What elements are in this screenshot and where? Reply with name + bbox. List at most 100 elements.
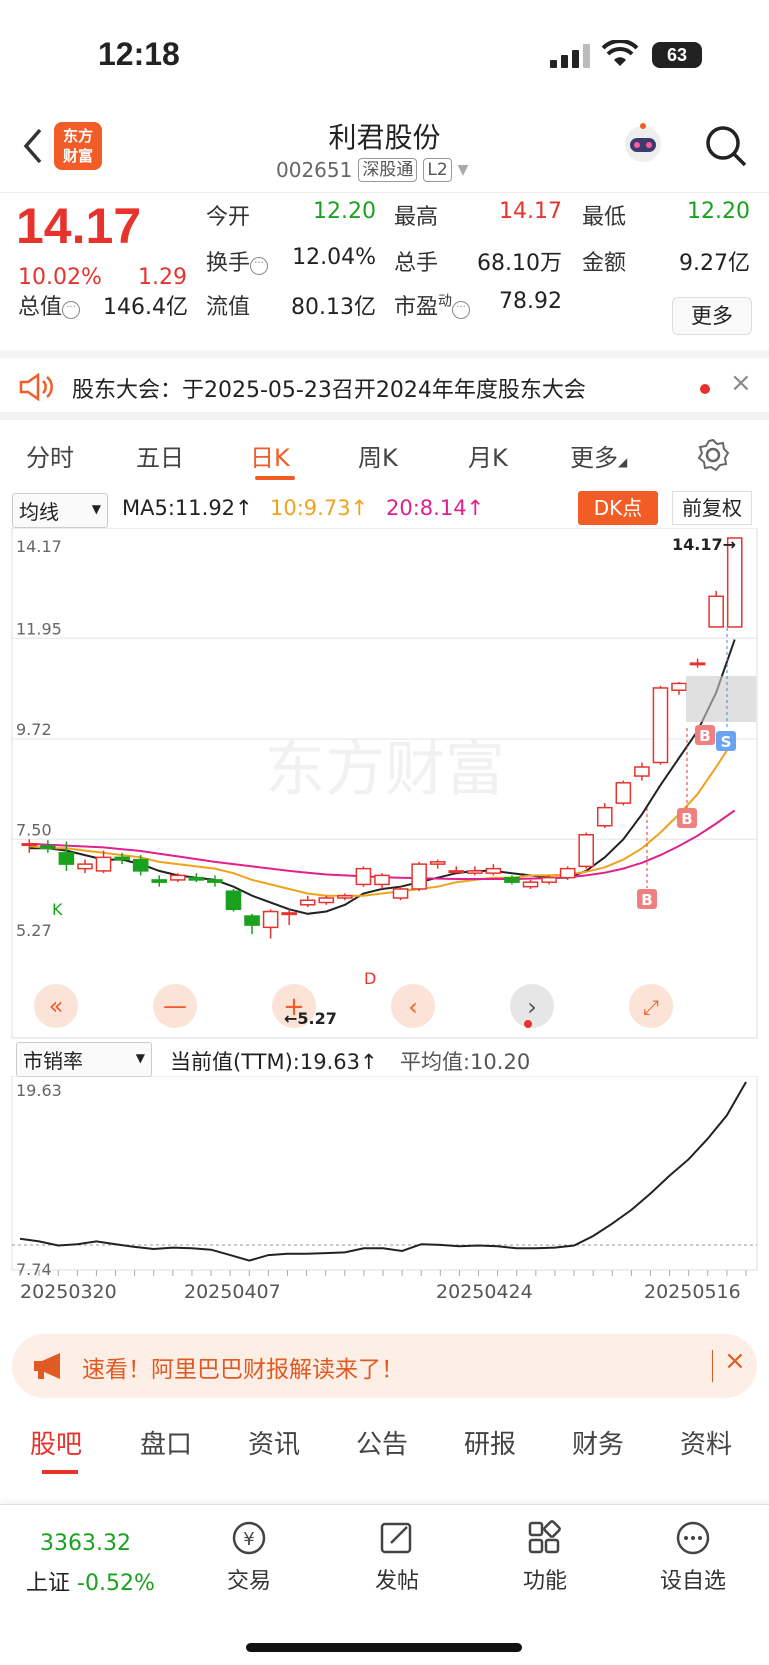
tab-profile[interactable]: 资料 (680, 1424, 732, 1461)
ps-indicator-select[interactable]: 市销率 ▼ (16, 1042, 152, 1077)
more-circle-icon (676, 1521, 710, 1555)
candle-body (318, 897, 335, 904)
turnover-label: 换手 ··· (206, 245, 269, 277)
close-icon[interactable]: × (724, 1346, 746, 1376)
tab-intraday[interactable]: 分时 (26, 438, 74, 473)
indicator-select[interactable]: 均线 ▼ (12, 493, 108, 528)
trade-label: 交易 (226, 1569, 271, 1594)
candle-body (58, 852, 75, 865)
k-marker: K (52, 900, 63, 919)
tab-five-day[interactable]: 五日 (136, 438, 184, 473)
candle-body (132, 858, 149, 872)
tab-weekly-k[interactable]: 周K (358, 438, 398, 473)
banner-text: 速看！阿里巴巴财报解读来了！ (82, 1357, 404, 1383)
candle-body (671, 682, 687, 691)
candle-body (596, 806, 613, 827)
pe-label-text: 市盈 (394, 295, 439, 320)
trade-icon: ¥ (232, 1521, 266, 1555)
candle-body (114, 856, 130, 861)
trade-markers: B B B S K D (52, 628, 756, 988)
trade-button[interactable]: ¥ 交易 (204, 1519, 294, 1595)
candle-body (95, 856, 112, 872)
wifi-icon (602, 40, 638, 66)
tab-research[interactable]: 研报 (464, 1424, 516, 1461)
ma10-label: 10:9.73↑ (270, 496, 369, 520)
index-line[interactable]: 上证 -0.52% (26, 1565, 155, 1597)
candle-body (559, 867, 576, 879)
low-label: 最低 (582, 205, 627, 230)
tab-more[interactable]: 更多◢ (570, 438, 627, 473)
ma20-label: 20:8.14↑ (386, 496, 485, 520)
svg-text:B: B (699, 727, 710, 745)
y-tick-label: 7.50 (16, 820, 52, 839)
adjust-button[interactable]: 前复权 (672, 491, 752, 525)
active-tab-underline (255, 476, 295, 480)
settings-gear-icon[interactable] (696, 438, 730, 472)
candle-body (652, 687, 669, 764)
candle-body (392, 888, 409, 899)
more-button[interactable]: 更多 (672, 297, 752, 335)
tab-pankou[interactable]: 盘口 (140, 1424, 192, 1461)
dropdown-icon: ▼ (91, 502, 101, 516)
candle-body (374, 874, 390, 886)
min-price-label: ←5.27 (284, 1009, 337, 1028)
candle-body (151, 879, 168, 883)
candle-body (708, 595, 724, 628)
mktcap-value: 146.4亿 (103, 295, 188, 320)
x-tick-label: 20250407 (184, 1281, 281, 1303)
svg-text:¥: ¥ (243, 1529, 254, 1550)
market-tag: 深股通 (358, 158, 418, 182)
amount-value: 9.27亿 (679, 251, 750, 276)
stock-code-line[interactable]: 002651 深股通 L2 ▼ (276, 158, 468, 182)
tab-news[interactable]: 资讯 (248, 1424, 300, 1461)
index-name: 上证 (26, 1571, 71, 1596)
more-dots-icon[interactable]: ··· (452, 301, 471, 319)
clock: 12:18 (98, 36, 180, 72)
more-dots-icon[interactable]: ··· (62, 301, 81, 319)
candle-body (355, 867, 372, 886)
buy-marker-icon: B (637, 889, 657, 909)
y-tick-label: 5.27 (16, 921, 52, 940)
tab-finance[interactable]: 财务 (572, 1424, 624, 1461)
more-dots-icon[interactable]: ··· (250, 257, 269, 275)
chart-controls: « — + ‹ › ⤢ (34, 984, 673, 1028)
dropdown-icon: ▼ (135, 1051, 145, 1065)
last-price: 14.17 (16, 198, 142, 254)
index-change: -0.52% (77, 1571, 155, 1596)
tab-daily-k[interactable]: 日K (250, 438, 290, 473)
search-icon[interactable] (704, 124, 748, 168)
dk-point-button[interactable]: DK点 (578, 491, 658, 525)
notice-bar[interactable]: 股东大会：于2025-05-23召开2024年年度股东大会 × (0, 350, 769, 420)
change-amount: 1.29 (138, 265, 187, 290)
candle-body (578, 834, 595, 868)
buy-marker-icon: B (695, 725, 715, 745)
candle-body (169, 874, 186, 881)
candle-body (467, 870, 483, 874)
apps-icon (528, 1520, 561, 1554)
tab-guba[interactable]: 股吧 (30, 1424, 82, 1461)
candle-body (40, 845, 56, 850)
d-marker: D (364, 969, 376, 988)
tab-announcements[interactable]: 公告 (356, 1424, 408, 1461)
function-button[interactable]: 功能 (500, 1519, 590, 1595)
candlestick-chart[interactable]: 东方财富 14.1711.959.727.505.27 B B B S K D … (0, 528, 769, 1040)
candle-body (21, 843, 38, 847)
index-value[interactable]: 3363.32 (40, 1531, 131, 1556)
tab-more-label: 更多 (570, 444, 618, 472)
x-tick-label: 20250320 (20, 1281, 117, 1303)
post-button[interactable]: 发帖 (352, 1519, 442, 1595)
chevron-down-icon: ▼ (457, 162, 469, 178)
ps-indicator-value: 市销率 (23, 1049, 83, 1073)
promo-banner[interactable]: 速看！阿里巴巴财报解读来了！ × (12, 1334, 757, 1398)
candle-body (244, 915, 260, 926)
close-icon[interactable]: × (730, 368, 752, 398)
volume-label: 总手 (394, 251, 439, 276)
tab-monthly-k[interactable]: 月K (468, 438, 508, 473)
active-tab-underline (42, 1470, 78, 1474)
pe-value: 78.92 (499, 289, 562, 314)
add-watchlist-button[interactable]: 设自选 (648, 1519, 738, 1595)
edit-icon (380, 1522, 412, 1554)
battery-icon: 63 (652, 42, 702, 68)
ps-ratio-chart[interactable]: 19.63 7.74 20250320 20250407 20250424 202505… (0, 1076, 769, 1320)
assistant-robot-icon[interactable] (620, 122, 666, 168)
